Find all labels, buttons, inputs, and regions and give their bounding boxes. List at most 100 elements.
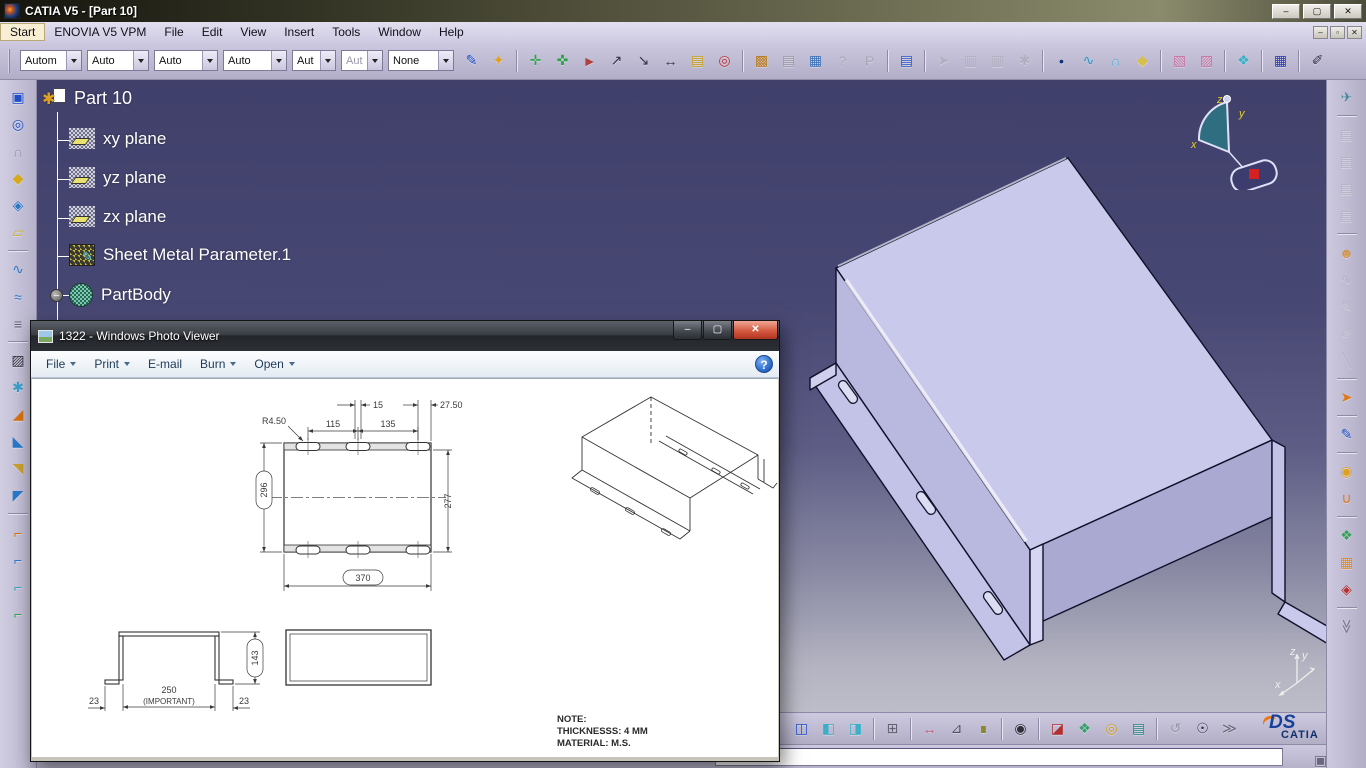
view-circle-icon[interactable]: ◎ — [6, 112, 31, 137]
catalog-3-icon[interactable]: ▤ — [1334, 176, 1359, 201]
spline-icon[interactable]: ∿ — [1076, 48, 1101, 73]
sketch-pad-icon[interactable]: ✎ — [1334, 422, 1359, 447]
multi-face-icon[interactable]: ❖ — [1231, 48, 1256, 73]
select-arrow-icon[interactable]: ➤ — [1334, 385, 1359, 410]
pv-menu-email[interactable]: E-mail — [139, 355, 191, 373]
child-restore-button[interactable]: ▫ — [1330, 26, 1345, 39]
pan-icon[interactable]: ✜ — [550, 48, 575, 73]
catalog-b-icon[interactable]: ▥ — [985, 48, 1010, 73]
photo-viewer-title-bar[interactable]: 1322 - Windows Photo Viewer – ▢ ✕ — [31, 321, 779, 351]
axis-box-icon[interactable]: ◈ — [1334, 577, 1359, 602]
maximize-button[interactable]: ▢ — [1303, 4, 1331, 19]
p-doc-icon[interactable]: P — [857, 48, 882, 73]
tree-node-sheet-metal-parameter[interactable]: ✎ Sheet Metal Parameter.1 — [69, 244, 291, 266]
filter-dropdown-7[interactable]: None — [388, 50, 454, 71]
zoom-in-icon[interactable]: ↗ — [604, 48, 629, 73]
gear-pair-icon[interactable]: ✱ — [1012, 48, 1037, 73]
grid-select-icon[interactable]: ▦ — [1268, 48, 1293, 73]
menu-file[interactable]: File — [155, 24, 192, 40]
bracket-b-icon[interactable]: ⌐ — [6, 547, 31, 572]
swept-flange-icon[interactable]: ◤ — [6, 483, 31, 508]
face-select-b-icon[interactable]: ▨ — [1194, 48, 1219, 73]
plane-diamond-icon[interactable]: ◆ — [1130, 48, 1155, 73]
wrench-gear-icon[interactable]: ✱ — [6, 375, 31, 400]
fit-all-icon[interactable]: ✛ — [523, 48, 548, 73]
catalog-1-icon[interactable]: ▤ — [1334, 122, 1359, 147]
ruler-icon[interactable]: ↔ — [917, 716, 942, 741]
menu-view[interactable]: View — [231, 24, 275, 40]
filter-dropdown-3[interactable]: Auto — [154, 50, 218, 71]
swatches-icon[interactable]: ▤ — [1126, 716, 1151, 741]
zoom-area-off-icon[interactable]: ◎ — [712, 48, 737, 73]
analysis-map-icon[interactable]: ❖ — [1072, 716, 1097, 741]
fly-mode-icon[interactable]: ► — [577, 48, 602, 73]
menu-enovia[interactable]: ENOVIA V5 VPM — [45, 24, 155, 40]
view-area-icon[interactable]: ▣ — [6, 85, 31, 110]
close-button[interactable]: ✕ — [1334, 4, 1362, 19]
sheet-metal-parameters-icon[interactable]: ▨ — [6, 348, 31, 373]
people-icon[interactable]: ☻ — [1334, 240, 1359, 265]
pv-menu-file[interactable]: File — [37, 355, 85, 373]
pv-maximize-button[interactable]: ▢ — [703, 321, 732, 340]
product-tree-icon[interactable]: ▦ — [803, 48, 828, 73]
magic-wand-icon[interactable]: ✦ — [486, 48, 511, 73]
view-right-icon[interactable]: ◨ — [843, 716, 868, 741]
point-icon[interactable]: • — [1049, 48, 1074, 73]
catalog-a-icon[interactable]: ▥ — [958, 48, 983, 73]
measure-item-icon[interactable]: ⊿ — [944, 716, 969, 741]
gray-pen-icon[interactable]: ✐ — [1334, 321, 1359, 346]
recognize-arch-icon[interactable]: ∩ — [6, 139, 31, 164]
filter-dropdown-1[interactable]: Autom — [20, 50, 82, 71]
pv-menu-open[interactable]: Open — [245, 355, 303, 373]
compass[interactable]: z y x — [1187, 90, 1282, 190]
surface-patch-icon[interactable]: ∩ — [1103, 48, 1128, 73]
pv-menu-print[interactable]: Print — [85, 355, 139, 373]
update-icon[interactable]: ▩ — [749, 48, 774, 73]
tree-node-zx-plane[interactable]: zx plane — [69, 206, 166, 227]
gray-curve-icon[interactable]: ∿ — [1334, 267, 1359, 292]
help-icon[interactable]: ? — [755, 355, 773, 373]
more-tools-icon[interactable]: ≫ — [1334, 614, 1359, 639]
menu-edit[interactable]: Edit — [193, 24, 232, 40]
wall-icon[interactable]: ◆ — [6, 166, 31, 191]
catalog-4-icon[interactable]: ▤ — [1334, 203, 1359, 228]
what-is-icon[interactable]: ? — [830, 48, 855, 73]
menu-insert[interactable]: Insert — [275, 24, 323, 40]
edit-form-icon[interactable]: ▤ — [776, 48, 801, 73]
menu-window[interactable]: Window — [369, 24, 430, 40]
wall-on-edge-icon[interactable]: ◈ — [6, 193, 31, 218]
bend-icon[interactable]: ∿ — [6, 257, 31, 282]
catalog-2-icon[interactable]: ▤ — [1334, 149, 1359, 174]
minimize-button[interactable]: – — [1272, 4, 1300, 19]
target-icon[interactable]: ◎ — [1099, 716, 1124, 741]
tree-node-root[interactable]: ✱ Part 10 — [42, 88, 132, 109]
apply-material-icon[interactable]: ◪ — [1045, 716, 1070, 741]
zoom-out-icon[interactable]: ↘ — [631, 48, 656, 73]
printer-icon[interactable]: ⊞ — [880, 716, 905, 741]
extrusion-icon[interactable]: ▱ — [6, 220, 31, 245]
refresh-icon[interactable]: ↺ — [1163, 716, 1188, 741]
bracket-c-icon[interactable]: ⌐ — [6, 574, 31, 599]
tool-circle-icon[interactable]: ◉ — [1334, 459, 1359, 484]
quick-list-icon[interactable]: ▤ — [685, 48, 710, 73]
face-select-a-icon[interactable]: ▧ — [1167, 48, 1192, 73]
fly-icon[interactable]: ✈ — [1334, 85, 1359, 110]
filter-dropdown-4[interactable]: Auto — [223, 50, 287, 71]
iso-view-icon[interactable]: ◫ — [789, 716, 814, 741]
bracket-d-icon[interactable]: ⌐ — [6, 601, 31, 626]
tree-node-yz-plane[interactable]: yz plane — [69, 167, 166, 188]
tree-node-xy-plane[interactable]: xy plane — [69, 128, 166, 149]
mass-properties-icon[interactable]: ∎ — [971, 716, 996, 741]
magnet-icon[interactable]: ∪ — [1334, 486, 1359, 511]
filter-dropdown-5[interactable]: Aut — [292, 50, 336, 71]
pv-menu-burn[interactable]: Burn — [191, 355, 245, 373]
flange-icon[interactable]: ◢ — [6, 402, 31, 427]
menu-start[interactable]: Start — [0, 23, 45, 41]
more-tools-icon[interactable]: ≫ — [1217, 716, 1242, 741]
globe-hand-icon[interactable]: ☉ — [1190, 716, 1215, 741]
toolbar-grip[interactable] — [8, 49, 11, 73]
child-close-button[interactable]: ✕ — [1347, 26, 1362, 39]
normal-view-icon[interactable]: ↔ — [658, 48, 683, 73]
help-cursor-icon[interactable]: ➤ — [931, 48, 956, 73]
menu-help[interactable]: Help — [430, 24, 473, 40]
